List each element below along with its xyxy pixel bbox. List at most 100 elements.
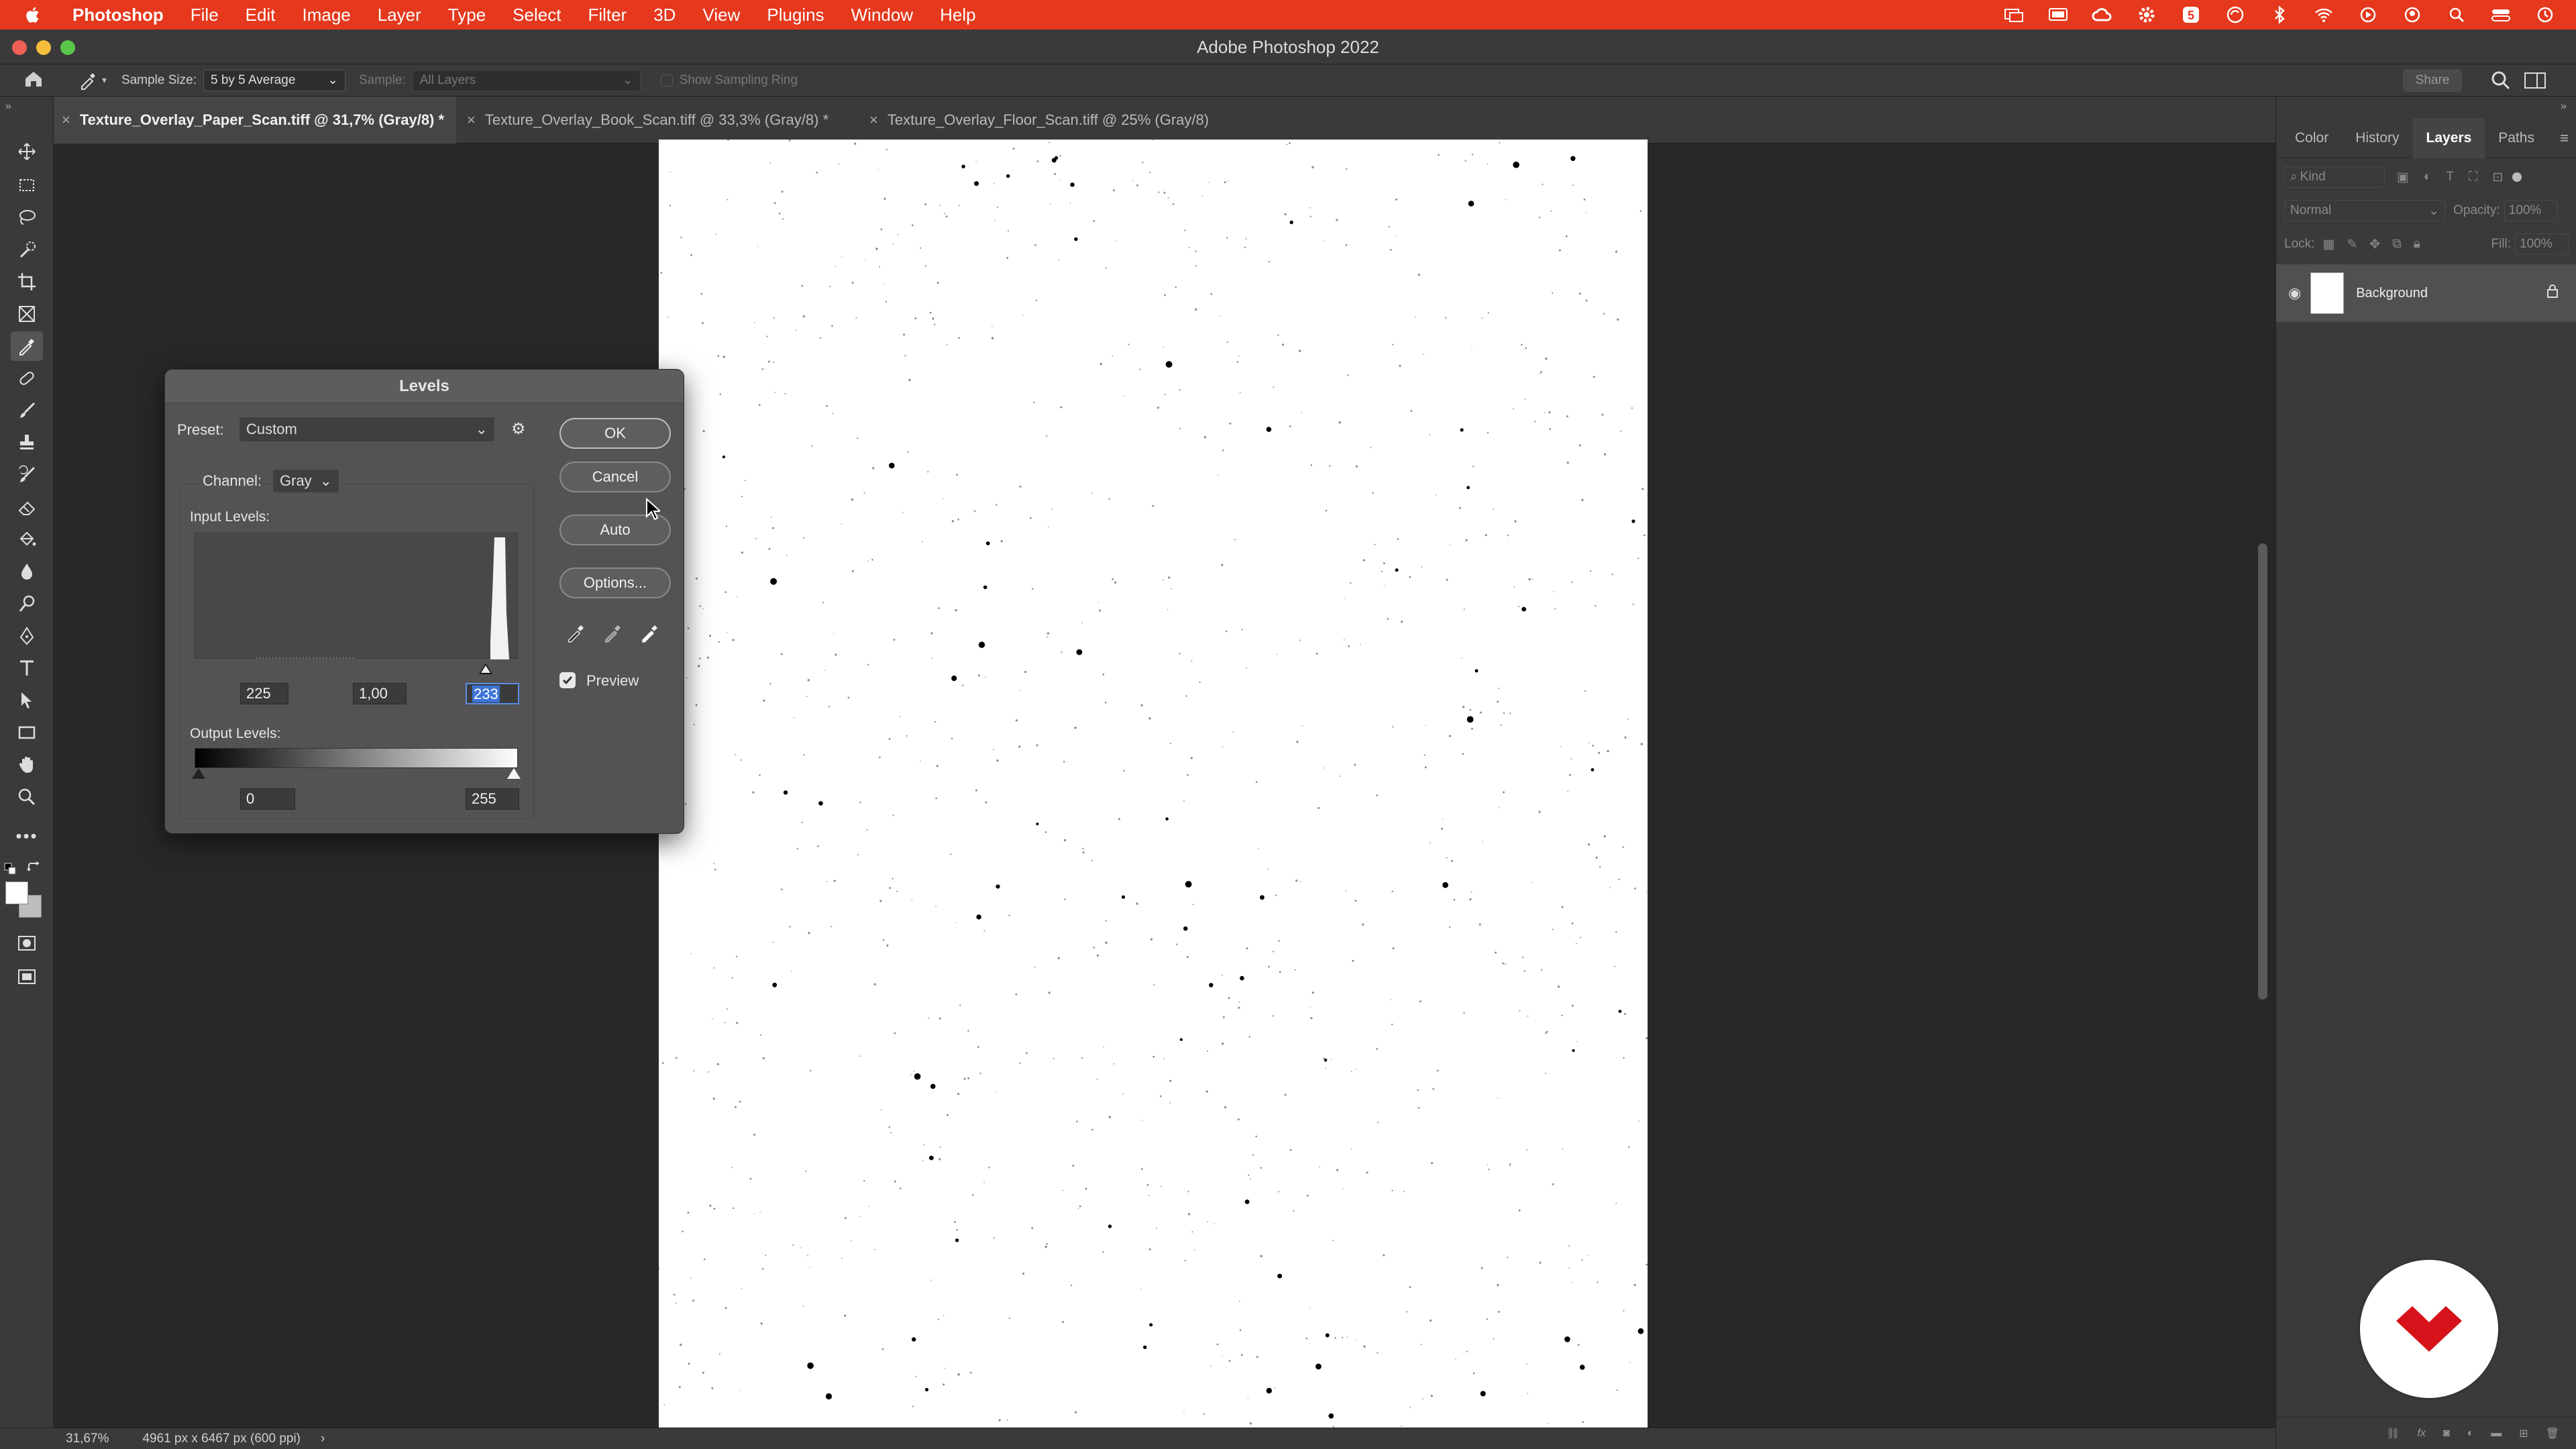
menu-filter[interactable]: Filter bbox=[574, 0, 640, 30]
bluetooth-icon[interactable] bbox=[2269, 5, 2290, 24]
output-white-slider[interactable] bbox=[507, 768, 521, 779]
swap-colors-icon[interactable] bbox=[27, 861, 42, 878]
sample-layers-select[interactable]: All Layers ⌄ bbox=[412, 69, 641, 91]
blur-tool-icon[interactable] bbox=[11, 557, 43, 586]
menu-plugins[interactable]: Plugins bbox=[753, 0, 837, 30]
filter-toggle-icon[interactable] bbox=[2512, 172, 2522, 182]
lock-artboard-icon[interactable]: ⧉ bbox=[2392, 237, 2402, 252]
creative-cloud-icon[interactable] bbox=[2092, 5, 2113, 24]
close-tab-icon[interactable]: × bbox=[869, 111, 878, 128]
white-point-eyedropper-icon[interactable] bbox=[639, 622, 661, 647]
output-black-slider[interactable] bbox=[192, 768, 205, 779]
menu-file[interactable]: File bbox=[177, 0, 232, 30]
lock-transparent-icon[interactable]: ▦ bbox=[2322, 237, 2334, 252]
ok-button[interactable]: OK bbox=[559, 418, 671, 449]
control-center-icon[interactable] bbox=[2490, 5, 2512, 24]
foreground-color-swatch-top[interactable] bbox=[5, 881, 28, 904]
layer-row-background[interactable]: ◉ Background bbox=[2276, 264, 2576, 322]
output-white-field[interactable]: 255 bbox=[466, 788, 519, 810]
close-tab-icon[interactable]: × bbox=[62, 111, 70, 128]
home-icon[interactable] bbox=[23, 69, 44, 92]
quick-mask-icon[interactable] bbox=[11, 928, 43, 958]
vertical-scrollbar[interactable] bbox=[2258, 543, 2267, 1000]
visibility-eye-icon[interactable]: ◉ bbox=[2288, 284, 2301, 302]
preset-select[interactable]: Custom ⌄ bbox=[239, 417, 495, 442]
type-filter-icon[interactable]: T bbox=[2446, 170, 2454, 185]
share-button[interactable]: Share bbox=[2403, 69, 2462, 92]
lasso-tool-icon[interactable] bbox=[11, 203, 43, 232]
input-white-field[interactable]: 233 bbox=[466, 683, 519, 704]
link-layers-icon[interactable]: ⛓ bbox=[2386, 1427, 2400, 1440]
doc-tab-book-scan[interactable]: × Texture_Overlay_Book_Scan.tiff @ 33,3% … bbox=[459, 97, 859, 144]
eyedropper-preset-picker[interactable]: ▾ bbox=[78, 70, 107, 91]
wifi-icon[interactable] bbox=[2313, 5, 2334, 24]
new-group-icon[interactable]: ▬ bbox=[2491, 1428, 2502, 1440]
paint-bucket-tool-icon[interactable] bbox=[11, 525, 43, 554]
move-tool-icon[interactable] bbox=[11, 137, 43, 166]
screen-mode-icon[interactable] bbox=[11, 962, 43, 991]
search-icon[interactable] bbox=[2490, 70, 2512, 95]
quick-selection-tool-icon[interactable] bbox=[11, 235, 43, 264]
eraser-tool-icon[interactable] bbox=[11, 492, 43, 522]
menu-select[interactable]: Select bbox=[499, 0, 574, 30]
dodge-tool-icon[interactable] bbox=[11, 589, 43, 619]
preset-options-gear-icon[interactable]: ⚙ bbox=[511, 419, 526, 439]
sync-icon[interactable] bbox=[2224, 5, 2246, 24]
adjustment-filter-icon[interactable]: ◐ bbox=[2424, 170, 2431, 185]
smart-object-filter-icon[interactable]: ⊡ bbox=[2492, 170, 2503, 185]
preview-checkbox[interactable] bbox=[559, 672, 576, 688]
menu-3d[interactable]: 3D bbox=[640, 0, 689, 30]
display-icon[interactable] bbox=[2047, 5, 2069, 24]
add-mask-icon[interactable]: ◙ bbox=[2443, 1428, 2450, 1440]
crop-tool-icon[interactable] bbox=[11, 267, 43, 297]
delete-layer-icon[interactable]: 🗑︎ bbox=[2546, 1427, 2559, 1440]
output-black-field[interactable]: 0 bbox=[240, 788, 295, 810]
menu-help[interactable]: Help bbox=[926, 0, 989, 30]
tab-paths[interactable]: Paths bbox=[2485, 118, 2548, 158]
zoom-level[interactable]: 31,67% bbox=[66, 1432, 109, 1446]
panel-menu-icon[interactable]: ≡ bbox=[2560, 129, 2569, 147]
adjustment-layer-icon[interactable]: ◐ bbox=[2467, 1428, 2474, 1440]
layer-lock-icon[interactable] bbox=[2546, 283, 2559, 303]
pixel-filter-icon[interactable]: ▣ bbox=[2397, 170, 2409, 185]
black-point-eyedropper-icon[interactable] bbox=[566, 622, 587, 647]
shape-filter-icon[interactable]: ⛶ bbox=[2469, 170, 2477, 185]
menu-app-photoshop[interactable]: Photoshop bbox=[59, 0, 177, 30]
gray-point-eyedropper-icon[interactable] bbox=[602, 622, 624, 647]
workspace-icon[interactable] bbox=[2524, 71, 2546, 94]
more-tools-icon[interactable]: ••• bbox=[11, 821, 43, 851]
zoom-tool-icon[interactable] bbox=[11, 782, 43, 812]
close-tab-icon[interactable]: × bbox=[467, 111, 476, 128]
frame-tool-icon[interactable] bbox=[11, 299, 43, 329]
lock-image-icon[interactable]: ✎ bbox=[2347, 237, 2357, 252]
clone-stamp-tool-icon[interactable] bbox=[11, 428, 43, 458]
collapse-toolbar-icon[interactable]: » bbox=[5, 101, 11, 113]
status-menu-arrow[interactable]: › bbox=[321, 1432, 325, 1446]
rectangle-tool-icon[interactable] bbox=[11, 718, 43, 747]
show-sampling-ring-checkbox[interactable] bbox=[660, 74, 673, 87]
opacity-input[interactable]: 100% bbox=[2504, 200, 2558, 221]
marquee-tool-icon[interactable] bbox=[11, 170, 43, 200]
document-canvas[interactable] bbox=[659, 140, 1648, 1428]
menu-image[interactable]: Image bbox=[288, 0, 364, 30]
input-white-slider[interactable] bbox=[481, 665, 490, 673]
play-circle-icon[interactable] bbox=[2357, 5, 2379, 24]
layer-style-icon[interactable]: fx bbox=[2417, 1428, 2425, 1440]
kind-filter-select[interactable]: ⌕ Kind bbox=[2284, 166, 2385, 188]
menu-edit[interactable]: Edit bbox=[232, 0, 289, 30]
tab-layers[interactable]: Layers bbox=[2412, 117, 2485, 158]
pen-tool-icon[interactable] bbox=[11, 621, 43, 651]
blend-mode-select[interactable]: Normal ⌄ bbox=[2284, 200, 2445, 221]
clock-icon[interactable] bbox=[2534, 5, 2556, 24]
user-icon[interactable] bbox=[2402, 5, 2423, 24]
default-colors-icon[interactable] bbox=[4, 863, 17, 879]
path-selection-tool-icon[interactable] bbox=[11, 686, 43, 715]
spot-healing-tool-icon[interactable] bbox=[11, 364, 43, 393]
brush-tool-icon[interactable] bbox=[11, 396, 43, 425]
channel-select[interactable]: Gray ⌄ bbox=[272, 469, 339, 493]
options-button[interactable]: Options... bbox=[559, 568, 671, 598]
screen-mirror-icon[interactable] bbox=[2003, 5, 2025, 24]
lock-position-icon[interactable]: ✥ bbox=[2369, 237, 2380, 252]
doc-tab-paper-scan[interactable]: × Texture_Overlay_Paper_Scan.tiff @ 31,7%… bbox=[54, 97, 456, 144]
collapse-dock-icon[interactable]: » bbox=[2561, 101, 2567, 113]
